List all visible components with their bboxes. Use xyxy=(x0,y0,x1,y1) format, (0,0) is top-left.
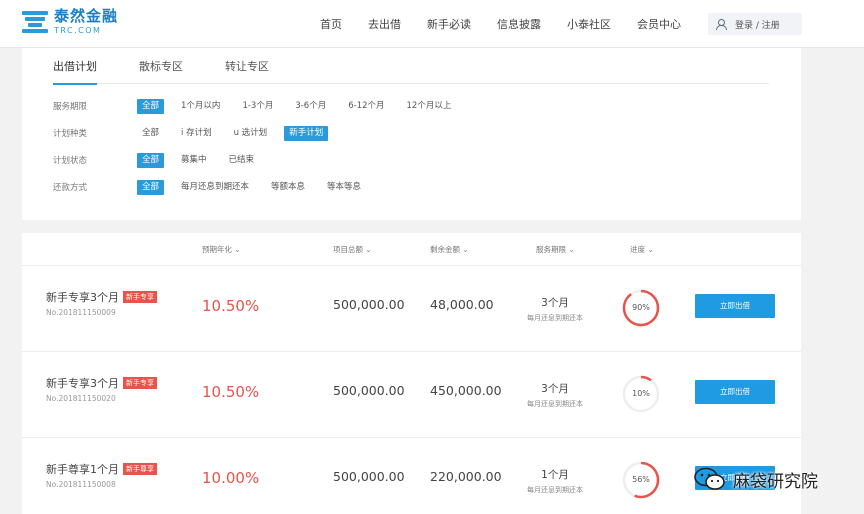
tab-lending-plan[interactable]: 出借计划 xyxy=(53,58,97,85)
main-nav: 首页 去出借 新手必读 信息披露 小泰社区 会员中心 xyxy=(320,0,707,48)
product-row: 新手尊享1个月 新手尊享 No.201811150008 10.00% 500,0… xyxy=(22,439,801,514)
brand-name: 泰然金融 xyxy=(54,7,119,25)
invest-button[interactable]: 立即出借 xyxy=(695,294,775,318)
total-amount: 500,000.00 xyxy=(333,383,405,398)
watermark-text: 麻袋研究院 xyxy=(733,471,818,492)
filter-option[interactable]: i 存计划 xyxy=(176,126,217,141)
product-badge: 新手专享 xyxy=(123,291,157,303)
service-term: 3个月 每月还息到期还本 xyxy=(510,381,600,409)
nav-item-home[interactable]: 首页 xyxy=(320,16,342,32)
filter-row-term: 服务期限 全部 1个月以内 1-3个月 3-6个月 6-12个月 12个月以上 xyxy=(53,98,468,114)
product-name[interactable]: 新手专享3个月 新手专享 xyxy=(46,375,157,391)
progress-ring: 90% xyxy=(621,288,661,328)
total-amount: 500,000.00 xyxy=(333,297,405,312)
repayment-method: 每月还息到期还本 xyxy=(527,486,583,494)
filter-option[interactable]: 1个月以内 xyxy=(176,99,225,114)
sort-progress[interactable]: 进度 ⌄ xyxy=(630,244,654,255)
nav-item-member[interactable]: 会员中心 xyxy=(637,16,681,32)
filter-option[interactable]: 1-3个月 xyxy=(237,99,278,114)
filter-option[interactable]: 新手计划 xyxy=(284,125,329,141)
product-row: 新手专享3个月 新手专享 No.201811150020 10.50% 500,0… xyxy=(22,353,801,438)
tab-loan-zone[interactable]: 散标专区 xyxy=(139,58,183,84)
filter-label: 还款方式 xyxy=(53,183,88,193)
filter-option[interactable]: 全部 xyxy=(137,152,165,168)
product-badge: 新手专享 xyxy=(123,377,157,389)
filter-option[interactable]: 等额本息 xyxy=(266,180,310,195)
repayment-method: 每月还息到期还本 xyxy=(527,314,583,322)
filter-row-plan-type: 计划种类 全部 i 存计划 u 选计划 新手计划 xyxy=(53,125,340,141)
progress-ring: 10% xyxy=(621,374,661,414)
product-list: 预期年化 ⌄ 项目总额 ⌄ 剩余金额 ⌄ 服务期限 ⌄ 进度 ⌄ 新手专享3个月… xyxy=(22,233,801,514)
login-button[interactable]: 登录 / 注册 xyxy=(708,13,802,35)
filter-option[interactable]: 募集中 xyxy=(176,153,212,168)
term-value: 3个月 xyxy=(541,383,569,395)
progress-label: 56% xyxy=(632,475,650,484)
filter-option[interactable]: 3-6个月 xyxy=(290,99,331,114)
filter-option[interactable]: 已结束 xyxy=(224,153,260,168)
term-value: 3个月 xyxy=(541,297,569,309)
top-bar: 泰然金融 TRC.COM 首页 去出借 新手必读 信息披露 小泰社区 会员中心 … xyxy=(0,0,864,48)
logo-icon xyxy=(22,9,48,35)
progress-label: 10% xyxy=(632,389,650,398)
product-number: No.201811150009 xyxy=(46,308,116,317)
progress-label: 90% xyxy=(632,303,650,312)
filter-label: 服务期限 xyxy=(53,102,88,112)
nav-item-disclosure[interactable]: 信息披露 xyxy=(497,16,541,32)
sort-remaining[interactable]: 剩余金额 ⌄ xyxy=(430,244,469,255)
brand-logo[interactable]: 泰然金融 TRC.COM xyxy=(22,9,118,35)
list-header: 预期年化 ⌄ 项目总额 ⌄ 剩余金额 ⌄ 服务期限 ⌄ 进度 ⌄ xyxy=(22,233,801,266)
sort-term[interactable]: 服务期限 ⌄ xyxy=(536,244,575,255)
user-icon xyxy=(716,19,727,30)
sort-rate[interactable]: 预期年化 ⌄ xyxy=(202,244,241,255)
product-row: 新手专享3个月 新手专享 No.201811150009 10.50% 500,0… xyxy=(22,267,801,352)
filter-option[interactable]: 每月还息到期还本 xyxy=(176,180,254,195)
progress-ring: 56% xyxy=(621,460,661,500)
product-number: No.201811150008 xyxy=(46,480,116,489)
service-term: 3个月 每月还息到期还本 xyxy=(510,295,600,323)
expected-rate: 10.00% xyxy=(202,469,260,487)
product-number: No.201811150020 xyxy=(46,394,116,403)
login-label: 登录 / 注册 xyxy=(735,20,780,31)
remaining-amount: 220,000.00 xyxy=(430,469,502,484)
nav-item-invest[interactable]: 去出借 xyxy=(368,16,401,32)
filter-option[interactable]: 全部 xyxy=(137,98,165,114)
remaining-amount: 48,000.00 xyxy=(430,297,494,312)
filter-row-repayment: 还款方式 全部 每月还息到期还本 等额本息 等本等息 xyxy=(53,179,378,195)
category-tabs: 出借计划 散标专区 转让专区 xyxy=(53,58,769,85)
total-amount: 500,000.00 xyxy=(333,469,405,484)
nav-item-community[interactable]: 小泰社区 xyxy=(567,16,611,32)
tab-transfer-zone[interactable]: 转让专区 xyxy=(225,58,269,84)
sort-total[interactable]: 项目总额 ⌄ xyxy=(333,244,372,255)
nav-item-guide[interactable]: 新手必读 xyxy=(427,16,471,32)
term-value: 1个月 xyxy=(541,469,569,481)
brand-domain: TRC.COM xyxy=(54,26,102,35)
expected-rate: 10.50% xyxy=(202,383,260,401)
filter-option[interactable]: 全部 xyxy=(137,179,165,195)
filter-option[interactable]: 12个月以上 xyxy=(402,99,457,114)
filter-option[interactable]: 等本等息 xyxy=(322,180,366,195)
filter-panel: 出借计划 散标专区 转让专区 服务期限 全部 1个月以内 1-3个月 3-6个月… xyxy=(22,48,801,220)
product-name[interactable]: 新手专享3个月 新手专享 xyxy=(46,289,157,305)
repayment-method: 每月还息到期还本 xyxy=(527,400,583,408)
product-badge: 新手尊享 xyxy=(123,463,157,475)
watermark: 麻袋研究院 xyxy=(693,464,818,494)
filter-option[interactable]: u 选计划 xyxy=(229,126,273,141)
service-term: 1个月 每月还息到期还本 xyxy=(510,467,600,495)
invest-button[interactable]: 立即出借 xyxy=(695,380,775,404)
filter-row-status: 计划状态 全部 募集中 已结束 xyxy=(53,152,271,168)
product-name[interactable]: 新手尊享1个月 新手尊享 xyxy=(46,461,157,477)
filter-label: 计划状态 xyxy=(53,156,88,166)
remaining-amount: 450,000.00 xyxy=(430,383,502,398)
wechat-icon xyxy=(693,467,727,491)
filter-option[interactable]: 全部 xyxy=(137,126,164,141)
expected-rate: 10.50% xyxy=(202,297,260,315)
filter-label: 计划种类 xyxy=(53,129,88,139)
filter-option[interactable]: 6-12个月 xyxy=(343,99,389,114)
